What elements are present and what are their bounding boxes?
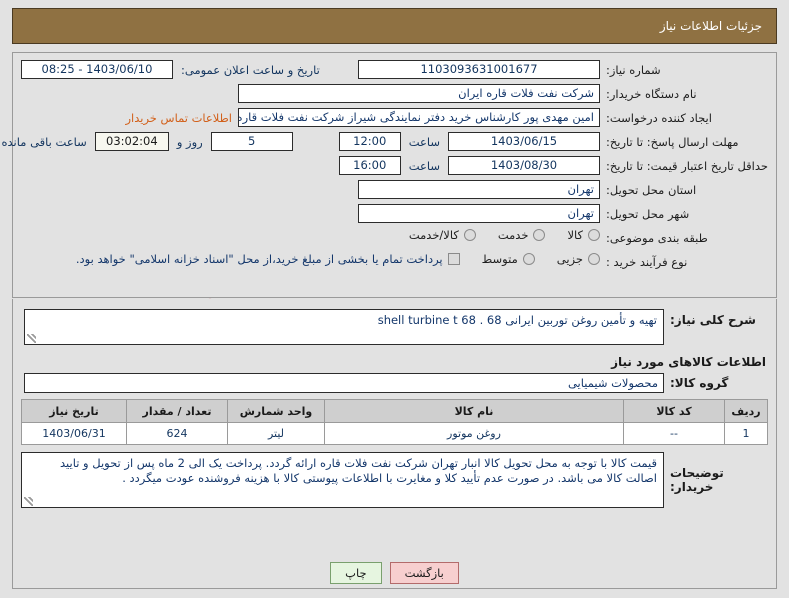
- table-row: 1 -- روغن موتور لیتر 624 1403/06/31: [21, 422, 768, 445]
- announce-datetime-field[interactable]: 1403/06/10 - 08:25: [21, 60, 173, 79]
- col-header-radif: ردیف: [724, 399, 768, 423]
- goods-table: ردیف کد کالا نام کالا واحد شمارش تعداد /…: [21, 399, 768, 445]
- row-general-description: شرح کلی نیاز: تهیه و تأمین روغن توربین ا…: [13, 299, 776, 349]
- validity-time-word: ساعت: [408, 158, 440, 173]
- cell-code: --: [623, 422, 725, 445]
- radio-icon[interactable]: [533, 229, 546, 241]
- buyer-org-field[interactable]: شرکت نفت فلات قاره ایران: [238, 84, 600, 103]
- description-textarea[interactable]: تهیه و تأمین روغن توربین ایرانی 68 . she…: [24, 309, 664, 345]
- goods-group-label: گروه کالا:: [670, 376, 729, 390]
- deadline-date-field[interactable]: 1403/06/15: [448, 132, 600, 151]
- col-header-name: نام کالا: [324, 399, 624, 423]
- row-buyer-org: نام دستگاه خریدار: شرکت نفت فلات قاره ای…: [21, 84, 768, 105]
- row-response-deadline: مهلت ارسال پاسخ: تا تاریخ: 1403/06/15 سا…: [2, 132, 768, 153]
- page-header: جزئیات اطلاعات نیاز: [12, 8, 777, 44]
- deadline-time-word: ساعت: [408, 134, 440, 149]
- need-info-panel: شماره نیاز: 1103093631001677 تاریخ و ساع…: [2, 52, 777, 298]
- remaining-clock-field: 03:02:04: [94, 132, 169, 151]
- radio-icon[interactable]: [588, 253, 600, 265]
- col-header-code: کد کالا: [623, 399, 725, 423]
- col-header-date: تاریخ نیاز: [21, 399, 127, 423]
- radio-icon[interactable]: [522, 253, 535, 265]
- cell-qty: 624: [126, 422, 228, 445]
- goods-table-header-row: ردیف کد کالا نام کالا واحد شمارش تعداد /…: [21, 399, 768, 423]
- footer-actions: بازگشت چاپ: [0, 562, 789, 584]
- checkbox-icon[interactable]: [447, 253, 460, 265]
- row-goods-group: گروه کالا: محصولات شیمیایی: [13, 371, 776, 399]
- remaining-days-word: روز و: [176, 134, 203, 149]
- deadline-time-field[interactable]: 12:00: [338, 132, 401, 151]
- goods-info-panel: شرح کلی نیاز: تهیه و تأمین روغن توربین ا…: [12, 299, 777, 589]
- row-subject-classification: طبقه بندی موضوعی: کالا خدمت کالا/خدمت: [21, 228, 768, 249]
- buyer-contact-link[interactable]: اطلاعات تماس خریدار: [125, 111, 232, 125]
- row-province: استان محل تحویل: تهران: [21, 180, 768, 201]
- col-header-qty: تعداد / مقدار: [126, 399, 228, 423]
- process-label: نوع فرآیند خرید :: [606, 255, 688, 269]
- creator-field[interactable]: امین مهدی پور کارشناس خرید دفتر نمایندگی…: [238, 108, 600, 127]
- city-field[interactable]: تهران: [358, 204, 600, 223]
- checkbox-islamic-treasury-payment[interactable]: پرداخت تمام یا بخشی از مبلغ خرید،از محل …: [76, 252, 460, 266]
- col-header-unit: واحد شمارش: [227, 399, 325, 423]
- validity-label: حداقل تاریخ اعتبار قیمت: تا تاریخ:: [605, 159, 768, 173]
- validity-time-field[interactable]: 16:00: [338, 156, 401, 175]
- validity-date-field[interactable]: 1403/08/30: [448, 156, 600, 175]
- need-number-label: شماره نیاز:: [606, 63, 661, 77]
- radio-icon[interactable]: [463, 229, 476, 241]
- goods-group-field[interactable]: محصولات شیمیایی: [24, 373, 664, 393]
- announce-label: تاریخ و ساعت اعلان عمومی:: [181, 62, 320, 77]
- cell-unit: لیتر: [227, 422, 325, 445]
- buyer-notes-textarea[interactable]: قیمت کالا با توجه به محل تحویل کالا انبا…: [21, 452, 664, 508]
- radio-category-khedmat[interactable]: خدمت: [498, 228, 546, 242]
- radio-category-khedmat-label: خدمت: [497, 228, 529, 242]
- remaining-suffix-label: ساعت باقی مانده: [1, 134, 87, 149]
- radio-category-kala-label: کالا: [567, 228, 583, 242]
- radio-category-kala-khedmat[interactable]: کالا/خدمت: [409, 228, 476, 242]
- remaining-days-field: 5: [210, 132, 293, 151]
- deadline-label: مهلت ارسال پاسخ: تا تاریخ:: [606, 135, 739, 149]
- row-price-validity: حداقل تاریخ اعتبار قیمت: تا تاریخ: 1403/…: [21, 156, 768, 177]
- province-label: استان محل تحویل:: [606, 183, 697, 197]
- need-number-field[interactable]: 1103093631001677: [358, 60, 600, 79]
- goods-table-wrapper: ردیف کد کالا نام کالا واحد شمارش تعداد /…: [13, 399, 776, 445]
- radio-icon[interactable]: [588, 229, 600, 241]
- page-title: جزئیات اطلاعات نیاز: [659, 19, 762, 33]
- creator-label: ایجاد کننده درخواست:: [606, 111, 712, 125]
- radio-process-motavasset-label: متوسط: [481, 252, 518, 266]
- cell-radif: 1: [724, 422, 768, 445]
- cell-date: 1403/06/31: [21, 422, 127, 445]
- buyer-org-label: نام دستگاه خریدار:: [606, 87, 697, 101]
- radio-category-kala[interactable]: کالا: [567, 228, 600, 242]
- row-buyer-notes: توضیحات خریدار: قیمت کالا با توجه به محل…: [13, 445, 776, 514]
- province-field[interactable]: تهران: [358, 180, 600, 199]
- row-need-number: شماره نیاز: 1103093631001677 تاریخ و ساع…: [21, 60, 768, 81]
- radio-process-motavasset[interactable]: متوسط: [482, 252, 535, 266]
- category-label: طبقه بندی موضوعی:: [606, 231, 708, 245]
- radio-process-jozi[interactable]: جزیی: [557, 252, 600, 266]
- back-button[interactable]: بازگشت: [389, 562, 459, 584]
- payment-note-label: پرداخت تمام یا بخشی از مبلغ خرید،از محل …: [75, 252, 443, 266]
- city-label: شهر محل تحویل:: [606, 207, 690, 221]
- buyer-notes-label: توضیحات خریدار:: [670, 466, 724, 494]
- row-purchase-process: نوع فرآیند خرید : جزیی متوسط پرداخت تمام…: [21, 252, 768, 273]
- cell-name: روغن موتور: [324, 422, 624, 445]
- print-button[interactable]: چاپ: [330, 562, 382, 584]
- radio-category-kala-khedmat-label: کالا/خدمت: [408, 228, 459, 242]
- row-city: شهر محل تحویل: تهران: [21, 204, 768, 225]
- radio-process-jozi-label: جزیی: [556, 252, 583, 266]
- goods-section-title: اطلاعات کالاهای مورد نیاز: [611, 355, 766, 369]
- row-request-creator: ایجاد کننده درخواست: امین مهدی پور کارشن…: [21, 108, 768, 129]
- description-label: شرح کلی نیاز:: [670, 313, 756, 327]
